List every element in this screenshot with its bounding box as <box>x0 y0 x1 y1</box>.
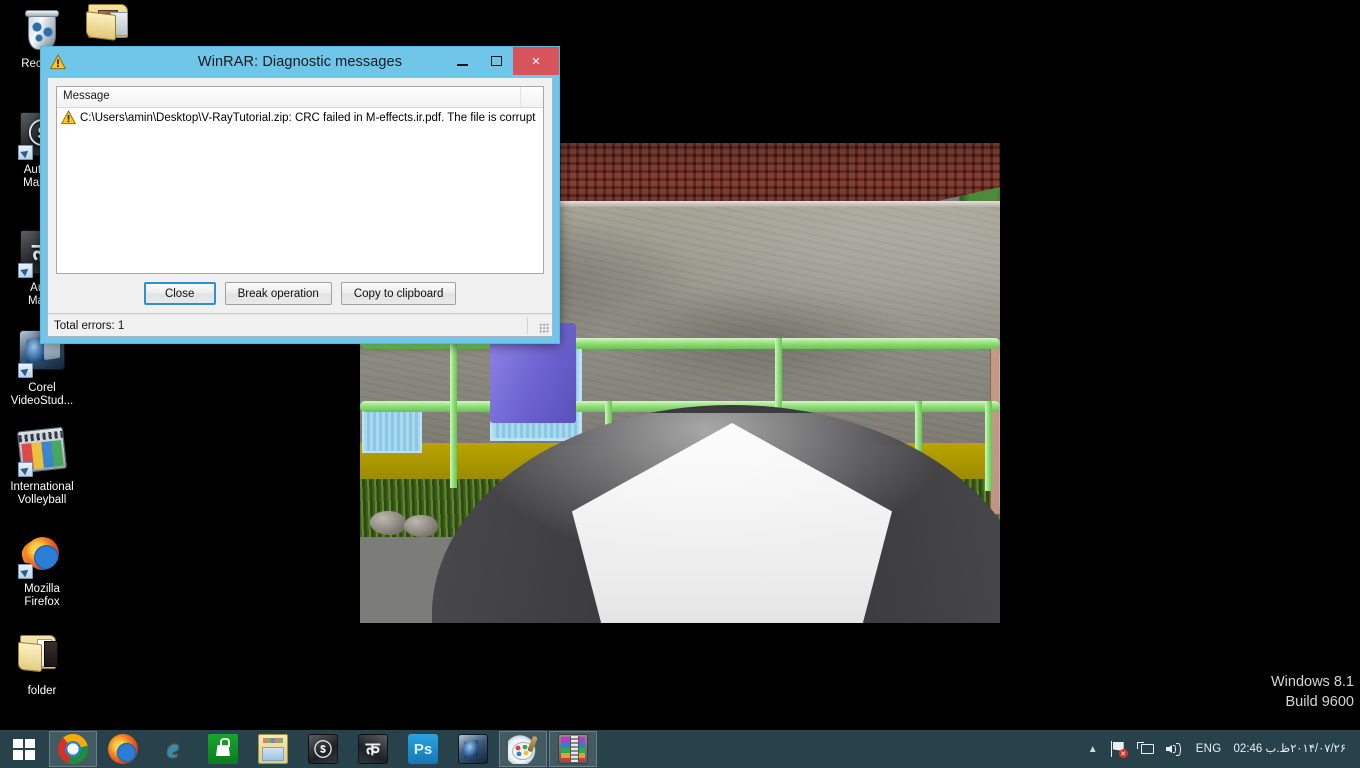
taskbar-photoshop[interactable]: Ps <box>399 731 447 767</box>
windows-store-icon <box>208 734 238 764</box>
maximize-button[interactable] <box>479 47 513 75</box>
photo-folder-icon <box>86 0 134 48</box>
mozilla-firefox-icon <box>108 734 138 764</box>
file-explorer-icon <box>258 734 288 764</box>
desktop-icon-folder[interactable]: folder <box>0 630 84 698</box>
desktop-icon-label: International <box>10 481 74 493</box>
dialog-button-bar: Close Break operation Copy to clipboard <box>48 274 552 314</box>
network-icon <box>1136 741 1155 757</box>
shortcut-arrow-icon <box>18 263 33 278</box>
scene-window <box>362 409 422 453</box>
show-hidden-icons-button[interactable]: ▲ <box>1081 730 1105 768</box>
break-operation-button[interactable]: Break operation <box>224 282 332 305</box>
language-indicator[interactable]: ENG <box>1188 730 1230 768</box>
message-text: C:\Users\amin\Desktop\V-RayTutorial.zip:… <box>80 111 536 124</box>
internet-explorer-icon: e <box>167 734 179 763</box>
desktop-icon-photo-folder[interactable] <box>84 0 136 52</box>
folder-icon <box>18 633 66 681</box>
column-header-message[interactable]: Message <box>57 87 521 107</box>
shortcut-arrow-icon <box>18 145 33 160</box>
mozilla-firefox-icon <box>18 531 66 579</box>
shortcut-arrow-icon <box>18 363 33 378</box>
windows-activation-watermark: Windows 8.1 Build 9600 <box>1271 672 1354 712</box>
dialog-body: Message C:\Users\amin\Desktop\V-RayTutor… <box>47 77 553 337</box>
desktop: Recyc... ⓢ Autode Max 20 क Auto Maya Cor… <box>0 0 1360 768</box>
autodesk-3ds-max-icon: ⓢ <box>308 734 338 764</box>
desktop-icon-label: Mozilla <box>24 583 60 595</box>
status-text: Total errors: 1 <box>54 319 125 332</box>
column-header-spare[interactable] <box>521 87 543 107</box>
list-header[interactable]: Message <box>57 87 543 108</box>
taskbar-store[interactable] <box>199 731 247 767</box>
desktop-icon-label-2: VideoStud... <box>10 395 74 407</box>
taskbar-chrome[interactable] <box>49 731 97 767</box>
warning-triangle-icon <box>50 54 66 70</box>
taskbar-firefox[interactable] <box>99 731 147 767</box>
minimize-button[interactable] <box>445 47 479 75</box>
clock-time: 02:46 ظ.ب <box>1233 743 1291 755</box>
clock[interactable]: 02:46 ظ.ب ۲۰۱۴/۰۷/۲۶ <box>1230 730 1354 768</box>
taskbar-maya[interactable]: क <box>349 731 397 767</box>
desktop-icon-mozilla-firefox[interactable]: Mozilla Firefox <box>0 530 84 609</box>
action-center-button[interactable]: ✕ <box>1105 730 1132 768</box>
desktop-icon-label: Corel <box>28 382 56 394</box>
copy-to-clipboard-button[interactable]: Copy to clipboard <box>340 282 457 305</box>
volume-button[interactable] <box>1160 730 1188 768</box>
desktop-icon-label: folder <box>27 685 57 697</box>
network-button[interactable] <box>1132 730 1160 768</box>
resize-grip[interactable] <box>539 323 549 333</box>
google-chrome-icon <box>58 734 88 764</box>
winrar-icon <box>558 734 588 764</box>
shortcut-arrow-icon <box>18 462 33 477</box>
taskbar[interactable]: e ⓢ क Ps ▲ ✕ ENG 02:46 ظ.ب ۲۰۱۴/۰۷/۲۶ <box>0 730 1360 768</box>
volume-icon <box>1165 741 1183 757</box>
desktop-icon-international-volleyball[interactable]: International Volleyball <box>0 426 88 507</box>
window-controls[interactable]: × <box>445 47 559 77</box>
watermark-line-2: Build 9600 <box>1285 694 1354 710</box>
shortcut-arrow-icon <box>18 564 33 579</box>
international-volleyball-icon <box>16 426 68 477</box>
windows-logo-icon <box>13 738 35 760</box>
taskbar-file-explorer[interactable] <box>249 731 297 767</box>
taskbar-corel-videostudio[interactable] <box>449 731 497 767</box>
paint-icon <box>508 734 538 764</box>
taskbar-items[interactable]: e ⓢ क Ps <box>48 730 598 768</box>
warning-triangle-icon <box>61 110 76 125</box>
table-row[interactable]: C:\Users\amin\Desktop\V-RayTutorial.zip:… <box>57 108 543 127</box>
taskbar-paint[interactable] <box>499 731 547 767</box>
watermark-line-1: Windows 8.1 <box>1270 674 1354 690</box>
dialog-title-bar[interactable]: WinRAR: Diagnostic messages × <box>41 47 559 77</box>
corel-videostudio-icon <box>458 734 488 764</box>
dialog-status-bar: Total errors: 1 <box>48 314 552 336</box>
desktop-icon-label-2: Firefox <box>24 596 60 608</box>
taskbar-3ds-max[interactable]: ⓢ <box>299 731 347 767</box>
adobe-photoshop-icon: Ps <box>408 734 438 764</box>
desktop-icon-label-2: Volleyball <box>17 494 67 506</box>
winrar-diagnostic-messages-dialog[interactable]: WinRAR: Diagnostic messages × Message C:… <box>40 46 560 344</box>
taskbar-internet-explorer[interactable]: e <box>149 731 197 767</box>
message-list[interactable]: Message C:\Users\amin\Desktop\V-RayTutor… <box>56 86 544 274</box>
autodesk-maya-icon: क <box>358 734 388 764</box>
clock-date: ۲۰۱۴/۰۷/۲۶ <box>1290 743 1346 755</box>
scene-rock <box>370 511 406 535</box>
system-tray[interactable]: ▲ ✕ ENG 02:46 ظ.ب ۲۰۱۴/۰۷/۲۶ <box>1081 730 1360 768</box>
close-window-button[interactable]: × <box>513 47 559 75</box>
status-separator <box>527 317 528 334</box>
action-center-flag-icon: ✕ <box>1110 741 1128 758</box>
close-button[interactable]: Close <box>143 282 216 305</box>
start-button[interactable] <box>0 730 48 768</box>
taskbar-winrar[interactable] <box>549 731 597 767</box>
